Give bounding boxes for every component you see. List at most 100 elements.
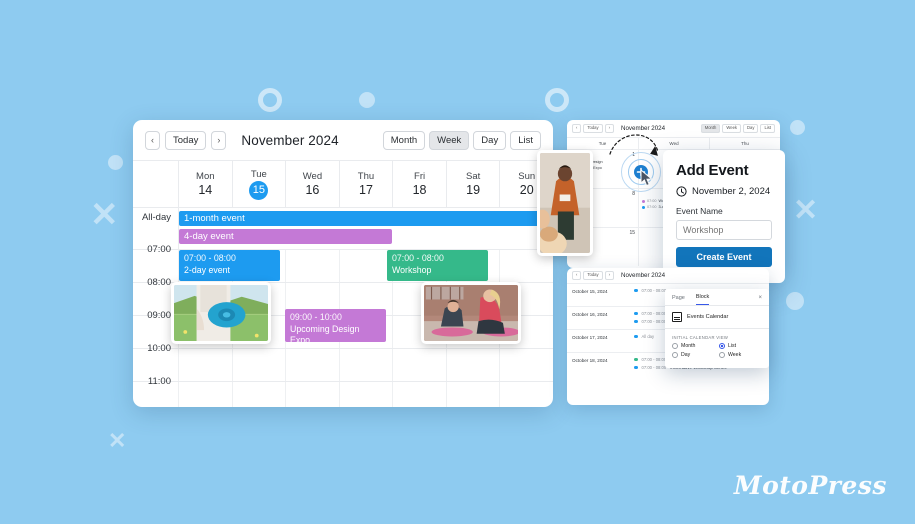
mini-day-header-row: Tue Wed Thu <box>567 137 780 149</box>
event-color-dot <box>634 288 638 293</box>
clock-icon <box>676 186 687 197</box>
yoga-mat-photo-image <box>174 285 268 341</box>
today-button[interactable]: Today <box>165 130 207 150</box>
all-day-event[interactable]: 4-day event <box>179 229 393 244</box>
view-list-button[interactable]: List <box>510 130 541 150</box>
close-icon[interactable]: × <box>758 295 762 305</box>
day-header-thu[interactable]: Thu 17 <box>338 161 393 207</box>
timed-event-workshop[interactable]: 07:00 - 08:00 Workshop <box>387 250 488 281</box>
mini-view-list-button[interactable]: List <box>760 123 775 134</box>
radio-icon[interactable] <box>672 343 678 349</box>
all-day-event[interactable]: 1-month event <box>179 211 553 226</box>
view-day-button[interactable]: Day <box>473 130 507 150</box>
add-event-popup: Add Event November 2, 2024 Event Name Cr… <box>663 150 785 283</box>
view-week-button[interactable]: Week <box>429 130 470 150</box>
add-event-date-row: November 2, 2024 <box>676 186 772 197</box>
event-time: 07:00 <box>647 199 657 203</box>
view-month-button[interactable]: Month <box>382 130 426 150</box>
radio-option-month[interactable]: Month <box>672 343 715 349</box>
calendar-toolbar: ‹ Today › November 2024 Month Week Day L… <box>133 120 553 160</box>
event-name-input[interactable] <box>676 220 772 240</box>
calendar-title: November 2024 <box>241 132 339 148</box>
list-prev-button[interactable]: ‹ <box>572 270 582 281</box>
gutter-corner <box>133 161 178 207</box>
radio-option-day[interactable]: Day <box>672 352 715 358</box>
prev-period-button[interactable]: ‹ <box>145 130 160 150</box>
mini-prev-button[interactable]: ‹ <box>572 123 582 134</box>
mini-dow-tue: Tue <box>598 141 607 146</box>
event-title: Workshop <box>392 264 432 275</box>
event-color-dot <box>634 319 638 324</box>
week-calendar-window: ‹ Today › November 2024 Month Week Day L… <box>133 120 553 407</box>
day-header-row: Mon 14 Tue 15 Wed 16 Thu 17 Fri 18 Sat 1… <box>133 160 553 207</box>
event-time: 07:00 - 08:00 <box>184 253 236 263</box>
event-photo-yoga-mat[interactable] <box>171 282 271 344</box>
all-day-track[interactable]: 1-month event 4-day event <box>178 208 553 249</box>
event-title: 1-month event <box>184 213 245 224</box>
add-event-date: November 2, 2024 <box>692 186 771 197</box>
day-of-week-label: Sun <box>518 171 536 182</box>
timed-event-design-expo[interactable]: 09:00 - 10:00 Upcoming Design Expo <box>285 309 386 342</box>
event-title: 2-day event <box>184 264 230 275</box>
deco-dot-right-top <box>790 120 805 135</box>
event-time: 07:00 - 08:00 <box>641 319 667 324</box>
timed-event-2-day[interactable]: 07:00 - 08:00 2-day event <box>179 250 280 281</box>
day-of-week-label: Mon <box>196 171 215 182</box>
presenter-photo[interactable] <box>537 150 593 256</box>
radio-icon[interactable] <box>719 352 725 358</box>
radio-icon-selected[interactable] <box>719 343 725 349</box>
mini-view-day-button[interactable]: Day <box>743 123 759 134</box>
initial-view-options: Month List Day Week <box>665 343 769 364</box>
day-header-sat[interactable]: Sat 19 <box>445 161 500 207</box>
event-title: 4-day event <box>184 231 234 242</box>
block-identity-row: Events Calendar <box>665 306 769 329</box>
mini-view-month-button[interactable]: Month <box>700 123 721 134</box>
day-header-tue[interactable]: Tue 15 <box>231 161 286 207</box>
day-number: 20 <box>519 183 534 197</box>
deco-x-left: ✕ <box>90 196 119 234</box>
tab-block[interactable]: Block <box>695 294 710 305</box>
day-header-wed[interactable]: Wed 16 <box>285 161 339 207</box>
list-next-button[interactable]: › <box>604 270 614 281</box>
deco-ring-top-left <box>258 88 282 112</box>
day-of-week-label: Wed <box>302 171 323 182</box>
list-today-button[interactable]: Today <box>583 270 603 281</box>
event-time: 07:00 - 08:00 <box>641 365 667 370</box>
event-color-dot <box>642 205 645 209</box>
radio-icon[interactable] <box>672 352 678 358</box>
all-day-label: All-day <box>141 212 171 223</box>
day-of-week-label: Sat <box>466 171 481 182</box>
option-label: Month <box>681 343 696 349</box>
day-of-week-label: Thu <box>357 171 375 182</box>
mini-view-week-button[interactable]: Week <box>722 123 742 134</box>
tab-page[interactable]: Page <box>672 295 685 305</box>
mini-today-button[interactable]: Today <box>583 123 603 134</box>
time-grid: 07:00 08:00 09:00 10:00 11:00 07:00 - 08… <box>133 244 553 407</box>
option-label: Day <box>681 352 691 358</box>
list-date: October 18, 2024 <box>572 358 608 363</box>
mini-dow-thu: Thu <box>709 138 780 149</box>
radio-option-list[interactable]: List <box>719 343 762 349</box>
block-panel-tabs: Page Block × <box>665 289 769 306</box>
presenter-photo-image <box>540 153 590 253</box>
deco-ring-top-right <box>545 88 569 112</box>
mini-next-button[interactable]: › <box>604 123 614 134</box>
create-event-button[interactable]: Create Event <box>676 247 772 267</box>
list-date: October 15, 2024 <box>572 289 608 294</box>
radio-option-week[interactable]: Week <box>719 352 762 358</box>
day-of-week-label: Tue <box>250 168 267 180</box>
day-number-today: 15 <box>249 180 269 200</box>
event-time: 07:00 - 08:00 <box>641 357 667 362</box>
events-calendar-icon <box>672 312 682 322</box>
deco-x-bottom-left: ✕ <box>108 428 127 453</box>
day-header-fri[interactable]: Fri 18 <box>392 161 446 207</box>
event-color-dot <box>642 199 645 203</box>
block-settings-panel: Page Block × Events Calendar INITIAL CAL… <box>665 289 769 368</box>
next-period-button[interactable]: › <box>211 130 227 150</box>
event-photo-yoga-class[interactable] <box>421 282 521 344</box>
event-time: All day <box>641 334 655 339</box>
day-header-mon[interactable]: Mon 14 <box>178 161 232 207</box>
yoga-class-photo-image <box>424 285 518 341</box>
mini-view-switcher: Month Week Day List <box>700 123 775 134</box>
calendar-grid: Mon 14 Tue 15 Wed 16 Thu 17 Fri 18 Sat 1… <box>133 160 553 407</box>
